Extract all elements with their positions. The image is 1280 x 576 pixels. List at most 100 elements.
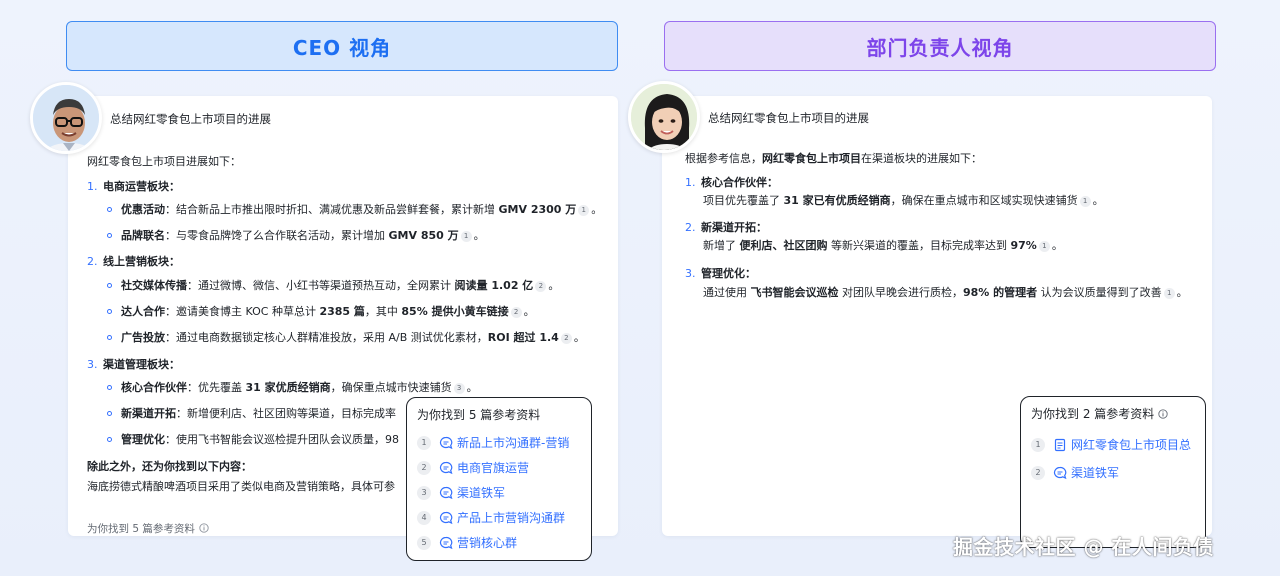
reference-item[interactable]: 3 渠道铁军 [417, 484, 505, 501]
reference-index: 2 [417, 460, 431, 475]
citation-badge[interactable]: 2 [535, 281, 547, 292]
citation-badge[interactable]: 1 [1038, 241, 1050, 252]
section-number: 3. [685, 267, 696, 280]
section-title: 渠道管理板块： [103, 358, 180, 371]
item-highlight: 85% 提供小黄车链接 [401, 305, 509, 318]
extra-title: 除此之外，还为你找到以下内容： [87, 460, 252, 473]
manager-references-popover: 为你找到 2 篇参考资料 1 网红零食包上市项目总 2 渠道铁军 [1020, 396, 1206, 548]
reference-item[interactable]: 1 网红零食包上市项目总 [1031, 436, 1191, 453]
bullet-icon [107, 385, 112, 390]
item-text: ：优先覆盖 [187, 381, 246, 394]
list-item: 社交媒体传播：通过微博、微信、小红书等渠道预热互动，全网累计 阅读量 1.02 … [121, 277, 559, 294]
item-text: ，确保重点城市快速铺货 [330, 381, 452, 394]
item-highlight: 31 家优质经销商 [245, 381, 331, 394]
bullet-icon [107, 437, 112, 442]
intro-text: 在渠道板块的进展如下： [861, 152, 982, 165]
item-text: ：通过电商数据锁定核心人群精准投放，采用 A/B 测试优化素材， [165, 331, 488, 344]
item-text: ：邀请美食博主 KOC 种草总计 [165, 305, 320, 318]
item-highlight: 31 家已有优质经销商 [783, 194, 891, 207]
section-title: 新渠道开拓： [701, 221, 767, 234]
bullet-icon [107, 283, 112, 288]
reference-item[interactable]: 4 产品上市营销沟通群 [417, 509, 565, 526]
item-text: 新增了 [703, 239, 740, 252]
answer-intro: 根据参考信息，网红零食包上市项目在渠道板块的进展如下： [685, 150, 982, 167]
ceo-avatar [30, 82, 102, 154]
item-text: 项目优先覆盖了 [703, 194, 784, 207]
info-icon [1158, 409, 1168, 419]
citation-badge[interactable]: 1 [1079, 196, 1091, 207]
reference-item[interactable]: 2 渠道铁军 [1031, 464, 1119, 481]
reference-label: 网红零食包上市项目总 [1071, 438, 1192, 452]
list-item: 新渠道开拓：新增便利店、社区团购等渠道，目标完成率 [121, 405, 396, 422]
chat-icon [1053, 466, 1067, 479]
ceo-references-footer[interactable]: 为你找到 5 篇参考资料 [87, 521, 209, 536]
item-label: 社交媒体传播 [121, 279, 187, 292]
item-label: 管理优化 [121, 433, 165, 446]
list-item: 优惠活动：结合新品上市推出限时折扣、满减优惠及新品尝鲜套餐，累计新增 GMV 2… [121, 201, 602, 218]
reference-item[interactable]: 1 新品上市沟通群-营销 [417, 434, 569, 451]
ceo-question: 总结网红零食包上市项目的进展 [110, 112, 271, 126]
item-end: 。 [573, 331, 585, 344]
citation-badge[interactable]: 1 [578, 205, 590, 216]
reference-index: 2 [1031, 465, 1045, 480]
chat-icon [439, 511, 453, 524]
item-highlight: 98% 的管理者 [963, 286, 1038, 299]
reference-label: 电商官旗运营 [457, 461, 530, 475]
item-highlight: 2385 篇 [319, 305, 365, 318]
list-item: 广告投放：通过电商数据锁定核心人群精准投放，采用 A/B 测试优化素材，ROI … [121, 329, 585, 346]
section-ecommerce: 1. 电商运营板块： [87, 178, 180, 195]
bullet-icon [107, 233, 112, 238]
item-end: 。 [1051, 239, 1063, 252]
section-title: 核心合作伙伴： [701, 176, 778, 189]
reference-item[interactable]: 2 电商官旗运营 [417, 459, 529, 476]
item-text: 等新兴渠道的覆盖，目标完成率达到 [827, 239, 1011, 252]
intro-highlight: 网红零食包上市项目 [762, 152, 861, 165]
bullet-icon [107, 411, 112, 416]
section-channel: 3. 渠道管理板块： [87, 356, 180, 373]
answer-intro: 网红零食包上市项目进展如下： [87, 155, 241, 168]
doc-icon [1054, 438, 1066, 451]
manager-view-header: 部门负责人视角 [664, 21, 1216, 71]
item-label: 核心合作伙伴 [121, 381, 187, 394]
section-core-partners: 1. 核心合作伙伴： [685, 174, 778, 191]
item-end: 。 [466, 381, 478, 394]
item-end: 。 [1092, 194, 1104, 207]
list-item: 达人合作：邀请美食博主 KOC 种草总计 2385 篇，其中 85% 提供小黄车… [121, 303, 535, 320]
section-marketing: 2. 线上营销板块： [87, 253, 180, 270]
chat-icon [439, 436, 453, 449]
section-new-channels: 2. 新渠道开拓： [685, 219, 767, 236]
item-label: 新渠道开拓 [121, 407, 176, 420]
item-label: 品牌联名 [121, 229, 165, 242]
chat-icon [439, 536, 453, 549]
reference-index: 1 [417, 435, 431, 450]
popover-title-text: 为你找到 2 篇参考资料 [1031, 407, 1155, 421]
item-end: 。 [591, 203, 603, 216]
item-text: ：与零食品牌馋了么合作联名活动，累计增加 [165, 229, 389, 242]
section-body: 新增了 便利店、社区团购 等新兴渠道的覆盖，目标完成率达到 97% 1。 [703, 237, 1063, 254]
watermark: 掘金技术社区 @ 在人间负债 [953, 535, 1214, 559]
section-number: 1. [685, 176, 696, 189]
section-number: 2. [685, 221, 696, 234]
item-end: 。 [473, 229, 485, 242]
manager-avatar [628, 81, 700, 153]
item-text: 认为会议质量得到了改善 [1037, 286, 1162, 299]
item-highlight: 97% [1010, 239, 1037, 252]
item-end: 。 [548, 279, 560, 292]
citation-badge[interactable]: 2 [510, 307, 522, 318]
citation-badge[interactable]: 2 [560, 333, 572, 344]
section-management: 3. 管理优化： [685, 265, 756, 282]
reference-label: 营销核心群 [457, 536, 518, 550]
reference-item[interactable]: 5 营销核心群 [417, 534, 517, 551]
citation-badge[interactable]: 3 [453, 383, 465, 394]
item-label: 优惠活动 [121, 203, 165, 216]
bullet-icon [107, 309, 112, 314]
bullet-icon [107, 335, 112, 340]
citation-badge[interactable]: 1 [460, 231, 472, 242]
citation-badge[interactable]: 1 [1163, 288, 1175, 299]
ceo-references-popover: 为你找到 5 篇参考资料 1 新品上市沟通群-营销 2 电商官旗运营 3 渠道铁… [406, 397, 592, 561]
chat-icon [439, 486, 453, 499]
item-highlight: 飞书智能会议巡检 [750, 286, 839, 299]
intro-text: 根据参考信息， [685, 152, 762, 165]
reference-index: 4 [417, 510, 431, 525]
popover-title: 为你找到 2 篇参考资料 [1031, 405, 1168, 422]
